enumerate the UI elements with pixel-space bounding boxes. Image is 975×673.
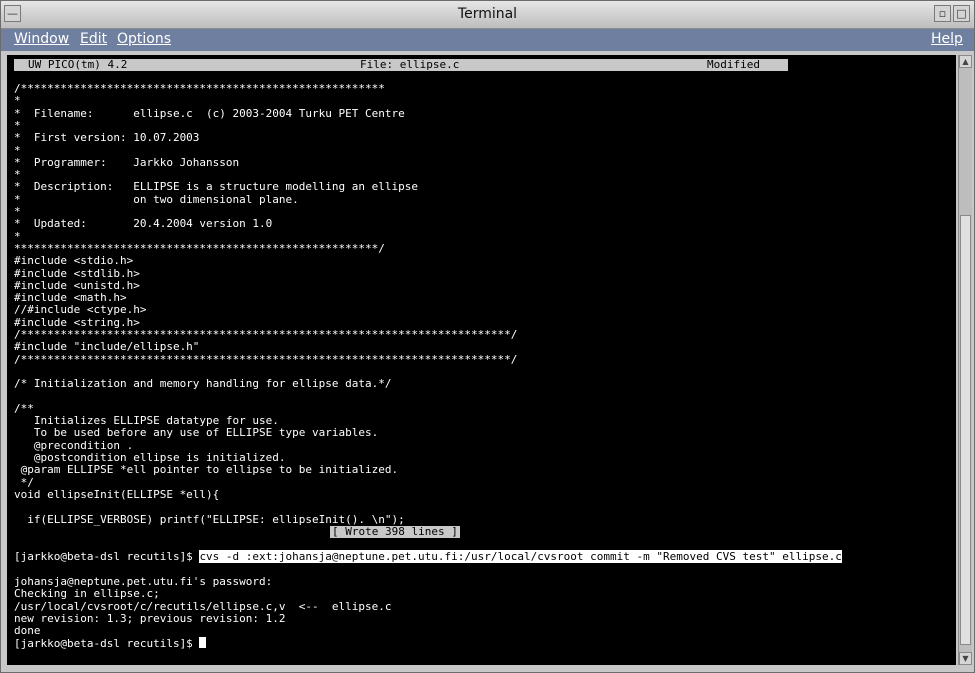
code-line: @param ELLIPSE *ell pointer to ellipse t…	[14, 463, 399, 477]
code-line: * First version: 10.07.2003	[14, 131, 200, 145]
code-line: ****************************************…	[14, 241, 385, 255]
pico-filename: File: ellipse.c	[360, 58, 460, 71]
vertical-scrollbar[interactable]: ▲ ▼	[958, 55, 972, 665]
code-line: *	[14, 94, 21, 108]
code-line: #include "include/ellipse.h"	[14, 340, 200, 354]
code-line: /**	[14, 401, 34, 415]
code-line: @postcondition ellipse is initialized.	[14, 451, 286, 464]
code-line: //#include <ctype.h>	[14, 303, 147, 317]
scrollbar-thumb[interactable]	[960, 215, 971, 645]
pico-status-bar: UW PICO(tm) 4.2 File: ellipse.c Modified	[14, 59, 788, 71]
code-line: *	[14, 143, 21, 157]
window-title: Terminal	[457, 6, 518, 22]
shell-final-prompt: [jarkko@beta-dsl recutils]$	[14, 637, 200, 650]
shell-prompt: [jarkko@beta-dsl recutils]$	[14, 550, 200, 563]
pico-modified: Modified	[707, 58, 760, 71]
code-line: To be used before any use of ELLIPSE typ…	[14, 426, 379, 440]
code-line: void ellipseInit(ELLIPSE *ell){	[14, 487, 220, 501]
shell-output-line: johansja@neptune.pet.utu.fi's password:	[14, 575, 273, 588]
minimize-button[interactable]: ▫	[934, 5, 951, 22]
shell-output-line: new revision: 1.3; previous revision: 1.…	[14, 611, 286, 625]
code-line: Initializes ELLIPSE datatype for use.	[14, 414, 279, 428]
code-line: * Programmer: Jarkko Johansson	[14, 155, 240, 169]
menu-help[interactable]: Help	[931, 31, 963, 47]
code-line: /***************************************…	[14, 352, 518, 366]
shell-final-line[interactable]: [jarkko@beta-dsl recutils]$	[14, 637, 207, 650]
terminal-screen[interactable]: UW PICO(tm) 4.2 File: ellipse.c Modified…	[7, 55, 956, 665]
code-line: * Filename: ellipse.c (c) 2003-2004 Turk…	[14, 106, 405, 120]
code-line: *	[14, 118, 21, 132]
scroll-down-arrow-icon[interactable]: ▼	[959, 652, 972, 665]
code-line: *	[14, 229, 21, 243]
menu-edit[interactable]: Edit	[80, 31, 107, 47]
menu-window[interactable]: Window	[14, 31, 69, 47]
terminal-window: — Terminal ▫ □ Window Edit Options Help …	[0, 0, 975, 673]
pico-version: UW PICO(tm) 4.2	[28, 58, 128, 71]
shell-command: cvs -d :ext:johansja@neptune.pet.utu.fi:…	[199, 550, 842, 563]
code-line: /***************************************…	[14, 82, 385, 95]
title-bar[interactable]: — Terminal ▫ □	[1, 1, 974, 29]
code-line: /* Initialization and memory handling fo…	[14, 377, 392, 391]
text-cursor	[199, 637, 207, 648]
shell-output-line: done	[14, 624, 41, 638]
code-line: */	[14, 475, 34, 489]
menu-bar: Window Edit Options Help	[1, 29, 974, 51]
code-line: @precondition .	[14, 438, 134, 452]
code-line: /***************************************…	[14, 328, 518, 341]
code-line: #include <stdlib.h>	[14, 266, 140, 280]
menu-options[interactable]: Options	[117, 31, 171, 47]
code-line: *	[14, 168, 21, 182]
code-line: if(ELLIPSE_VERBOSE) printf("ELLIPSE: ell…	[14, 512, 405, 526]
code-line: * Description: ELLIPSE is a structure mo…	[14, 180, 418, 194]
shell-output-line: Checking in ellipse.c;	[14, 587, 160, 601]
code-line: #include <unistd.h>	[14, 278, 140, 292]
wrote-message: [ Wrote 398 lines ]	[330, 525, 460, 538]
shell-command-line: [jarkko@beta-dsl recutils]$ cvs -d :ext:…	[14, 550, 842, 563]
code-line: #include <math.h>	[14, 291, 127, 305]
shell-output-line: /usr/local/cvsroot/c/recutils/ellipse.c,…	[14, 599, 392, 613]
maximize-button[interactable]: □	[953, 5, 970, 22]
code-line: #include <string.h>	[14, 315, 140, 329]
code-line: #include <stdio.h>	[14, 254, 134, 268]
code-line: *	[14, 205, 21, 218]
code-line: * on two dimensional plane.	[14, 192, 299, 206]
code-line: * Updated: 20.4.2004 version 1.0	[14, 217, 273, 231]
scroll-up-arrow-icon[interactable]: ▲	[959, 55, 972, 68]
